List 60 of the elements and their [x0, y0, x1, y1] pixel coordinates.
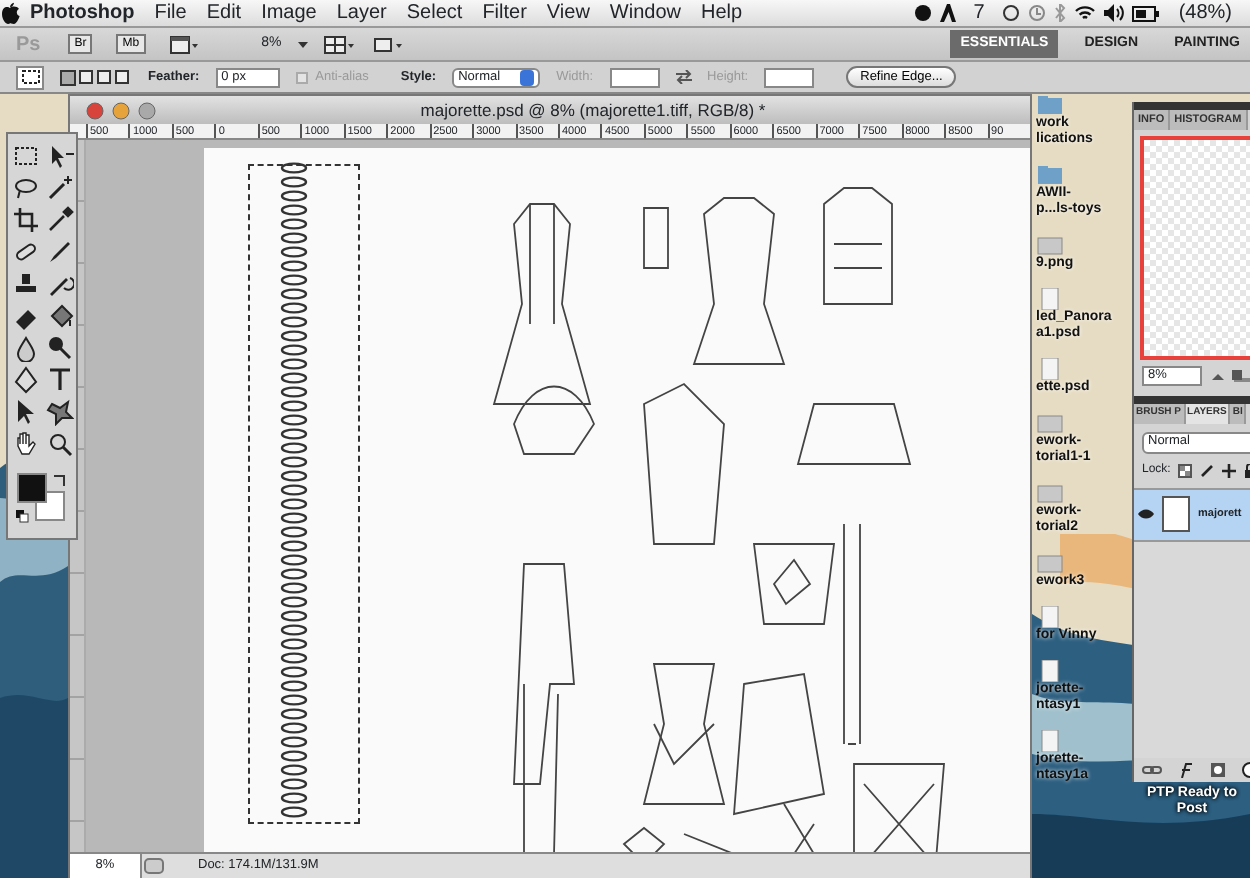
pen-icon[interactable] [11, 366, 39, 394]
screen-frame-icon[interactable] [371, 35, 404, 53]
document-title: majorette.psd @ 8% (majorette1.tiff, RGB/8) * [418, 98, 768, 124]
document-icon[interactable] [1036, 606, 1064, 628]
custom-shape-icon[interactable] [45, 398, 73, 426]
fx-icon[interactable] [1178, 762, 1194, 778]
height-field[interactable] [764, 67, 815, 87]
drop-icon[interactable] [11, 334, 39, 362]
clock-icon[interactable] [1028, 4, 1047, 22]
document-icon[interactable] [1036, 660, 1064, 682]
width-field[interactable] [609, 67, 660, 87]
type-tool-icon[interactable] [45, 366, 73, 394]
screen-mode-icon[interactable] [169, 35, 198, 53]
eyedropper-icon[interactable] [45, 206, 73, 234]
menu-item[interactable]: Edit [196, 0, 252, 27]
layer-mask-icon[interactable] [1210, 762, 1226, 778]
menu-item[interactable]: Window [599, 0, 691, 27]
minimize-button[interactable] [112, 101, 130, 119]
status-menu-icon[interactable] [142, 856, 166, 876]
speaker-icon[interactable] [1104, 4, 1125, 22]
apple-icon [0, 2, 20, 24]
slider-thumb[interactable] [1231, 370, 1242, 381]
lasso-icon[interactable] [11, 174, 39, 202]
dodge-icon[interactable] [45, 334, 73, 362]
menu-item[interactable]: View [536, 0, 600, 27]
app-menu[interactable]: Photoshop [20, 0, 145, 27]
brush-lock-icon[interactable] [1200, 463, 1215, 478]
hand-icon[interactable] [11, 430, 39, 458]
wifi-icon[interactable] [1074, 4, 1097, 22]
menu-item[interactable]: Help [691, 0, 753, 27]
magnifier-icon[interactable] [45, 430, 73, 458]
eye-icon[interactable] [1138, 508, 1154, 521]
menu-item[interactable]: Layer [326, 0, 397, 27]
menu-item[interactable]: Filter [472, 0, 537, 27]
caret-icon[interactable] [297, 41, 308, 47]
move-lock-icon[interactable] [1222, 463, 1237, 478]
crop-icon[interactable] [11, 206, 39, 234]
zoom-out-icon[interactable] [1210, 370, 1226, 383]
arrange-documents-icon[interactable] [323, 35, 356, 53]
menu-item[interactable]: File [144, 0, 197, 27]
link-icon[interactable] [1142, 764, 1162, 776]
rectangle-marquee-icon [21, 70, 39, 84]
marquee-tool-preset[interactable] [16, 65, 44, 89]
checkered-lock-icon[interactable] [1178, 463, 1193, 478]
stamp-icon[interactable] [11, 270, 39, 298]
menu-item[interactable]: Image [251, 0, 327, 27]
selection-modes-icon[interactable] [60, 67, 132, 87]
close-button[interactable] [86, 101, 104, 119]
battery-percentage: (48%) [1176, 0, 1234, 27]
swap-arrows-icon[interactable] [675, 70, 692, 84]
update-count: 7 [971, 0, 987, 27]
zoom-button[interactable] [138, 101, 156, 119]
menu-item[interactable]: Select [396, 0, 473, 27]
magic-wand-icon[interactable] [45, 174, 73, 202]
brush-icon[interactable] [45, 238, 73, 266]
battery-icon[interactable] [1132, 5, 1161, 21]
layer-thumbnail [1162, 496, 1190, 533]
paint-bucket-icon[interactable] [45, 302, 73, 330]
bluetooth-icon[interactable] [1054, 4, 1067, 22]
rectangle-marquee-icon[interactable] [11, 142, 39, 170]
